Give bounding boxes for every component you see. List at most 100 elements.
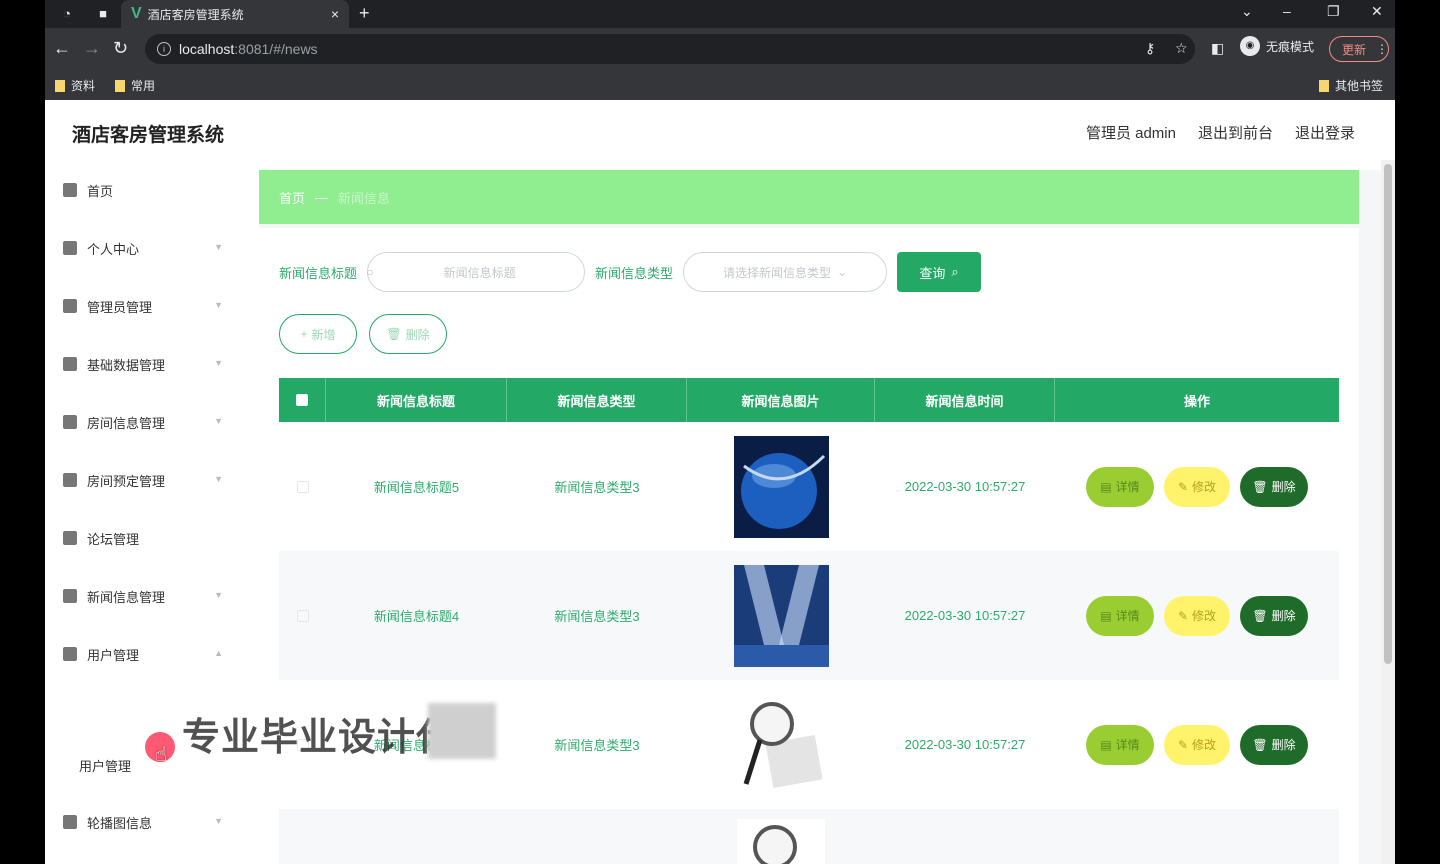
chevron-down-icon: ▼ — [214, 590, 223, 600]
row-checkbox[interactable] — [296, 609, 309, 622]
select-all-checkbox[interactable] — [296, 394, 308, 406]
chevron-down-icon: ⌄ — [837, 265, 848, 279]
news-image-cell — [687, 422, 875, 551]
bookmark-folder[interactable]: 常用 — [115, 77, 155, 94]
news-image-cell — [687, 551, 875, 680]
column-header: 新闻信息类型 — [507, 378, 687, 422]
sidebar-item-label: 管理员管理 — [87, 299, 153, 315]
minimize-icon[interactable]: – — [1283, 3, 1291, 19]
key-icon[interactable]: ⚷ — [1145, 40, 1155, 57]
sidebar-item-home[interactable]: 首页 — [63, 178, 223, 202]
front-link[interactable]: 退出到前台 — [1198, 122, 1273, 143]
detail-button[interactable]: ▤ 详情 — [1086, 466, 1154, 507]
sidebar-item-label: 房间预定管理 — [87, 473, 166, 489]
trash-icon: 🗑 — [1252, 737, 1268, 752]
sidebar-item-label: 论坛管理 — [87, 531, 140, 547]
sidepanel-icon[interactable]: ◧ — [1211, 40, 1224, 57]
delete-button[interactable]: 🗑 删除 — [1240, 595, 1308, 636]
sidebar-item-basedata[interactable]: 基础数据管理 ▼ — [63, 352, 223, 376]
close-tab-icon[interactable]: × — [331, 6, 339, 22]
edit-icon: ✎ — [1177, 608, 1189, 623]
breadcrumb-home[interactable]: 首页 — [279, 188, 305, 207]
new-tab-icon[interactable]: + — [359, 3, 370, 24]
search-bar: 新闻信息标题 ○ 新闻信息标题 新闻信息类型 请选择新闻信息类型 ⌄ 查询 ⌕ — [279, 252, 982, 292]
type-select[interactable]: 请选择新闻信息类型 ⌄ — [683, 252, 888, 292]
tab-search-icon[interactable]: ⌄ — [1241, 3, 1253, 20]
incognito-indicator[interactable]: ◉ 无痕模式 — [1240, 36, 1314, 56]
sidebar-item-carousel[interactable]: 轮播图信息 ▼ — [63, 810, 223, 834]
doc-icon: ▤ — [1100, 737, 1112, 752]
news-image — [733, 693, 829, 796]
edit-button[interactable]: ✎ 修改 — [1164, 466, 1230, 507]
admin-label: 管理员 admin — [1085, 125, 1176, 142]
sidebar-item-profile[interactable]: 个人中心 ▼ — [63, 236, 223, 260]
detail-label: 详情 — [1115, 480, 1140, 494]
tab-active[interactable]: V 酒店客房管理系统 × — [121, 0, 349, 28]
sidebar-item-label: 基础数据管理 — [87, 357, 166, 373]
list-icon — [63, 647, 77, 661]
back-icon[interactable]: ← — [53, 38, 71, 59]
bookmark-folder[interactable]: 资料 — [55, 77, 95, 94]
user-icon — [63, 241, 77, 255]
profile-icon[interactable]: ◔ — [59, 6, 75, 22]
news-image — [733, 435, 829, 538]
page-scrollbar[interactable] — [1381, 160, 1395, 864]
news-type: 新闻信息类型3 — [554, 609, 640, 624]
chevron-up-icon: ▲ — [214, 648, 223, 658]
column-header: 新闻信息时间 — [875, 378, 1055, 422]
reload-icon[interactable]: ↻ — [113, 38, 128, 59]
other-bookmarks[interactable]: 其他书签 — [1319, 77, 1383, 94]
address-bar[interactable]: i localhost :8081/#/news — [145, 34, 1195, 64]
send-icon — [63, 357, 77, 371]
sidebar-item-users[interactable]: 用户管理 ▲ — [63, 642, 223, 666]
sidebar-item-forum[interactable]: 论坛管理 — [63, 526, 223, 550]
forward-icon[interactable]: → — [83, 38, 101, 59]
sidebar-item-rooms[interactable]: 房间信息管理 ▼ — [63, 410, 223, 434]
folder-icon — [115, 79, 125, 92]
edit-button[interactable]: ✎ 修改 — [1164, 724, 1230, 765]
news-title: 新闻信息标题5 — [373, 480, 460, 495]
detail-label: 详情 — [1115, 609, 1140, 623]
detail-button[interactable]: ▤ 详情 — [1086, 724, 1154, 765]
trash-icon: 🗑 — [1252, 479, 1268, 494]
detail-label: 详情 — [1115, 738, 1140, 752]
news-type: 新闻信息类型3 — [554, 480, 640, 495]
sidebar-item-news[interactable]: 新闻信息管理 ▼ — [63, 584, 223, 608]
query-button[interactable]: 查询 ⌕ — [897, 252, 982, 292]
row-actions: ▤ 详情 ✎ 修改 🗑 删除 — [1055, 551, 1339, 680]
row-checkbox[interactable] — [296, 480, 309, 493]
sidebar-subitem-users[interactable]: 用户管理 — [79, 756, 131, 775]
trash-icon: 🗑 — [1252, 608, 1268, 623]
browser-toolbar: ← → ↻ i localhost :8081/#/news ⚷ ☆ ◧ ◉ 无… — [45, 28, 1395, 70]
table-row: 新闻信息标题4 新闻信息类型3 2022-03-30 10:57:27 ▤详情 — [279, 551, 1339, 680]
row-actions: ▤ 详情 ✎ 修改 🗑 删除 — [1055, 422, 1339, 551]
delete-button[interactable]: 🗑 删除 — [1240, 466, 1308, 507]
update-button[interactable]: 更新 ⋮ — [1329, 36, 1389, 62]
star-icon[interactable]: ☆ — [1175, 40, 1188, 57]
delete-button[interactable]: 🗑 删除 — [1240, 724, 1308, 765]
title-search-input[interactable]: ○ 新闻信息标题 — [366, 252, 586, 292]
row-select-cell — [279, 809, 326, 864]
site-info-icon[interactable]: i — [157, 42, 171, 56]
sidebar-item-label: 用户管理 — [87, 647, 140, 663]
news-time: 2022-03-30 10:57:27 — [904, 737, 1026, 752]
news-table: 新闻信息标题 新闻信息类型 新闻信息图片 新闻信息时间 操作 新闻信息标题5 新… — [279, 378, 1339, 864]
restore-icon[interactable]: ❐ — [1327, 3, 1340, 20]
logout-link[interactable]: 退出登录 — [1295, 122, 1355, 143]
news-image-cell — [687, 809, 875, 864]
detail-button[interactable]: ▤ 详情 — [1086, 595, 1154, 636]
sidebar-item-booking[interactable]: 房间预定管理 ▼ — [63, 468, 223, 492]
doc-icon: ▤ — [1100, 479, 1112, 494]
app-header: 酒店客房管理系统 管理员 admin 退出到前台 退出登录 — [45, 100, 1395, 164]
edit-icon: ✎ — [1177, 737, 1189, 752]
scrollbar-thumb[interactable] — [1384, 164, 1392, 664]
add-button[interactable]: + 新增 — [279, 314, 357, 354]
sidebar-item-admins[interactable]: 管理员管理 ▼ — [63, 294, 223, 318]
edit-button[interactable]: ✎ 修改 — [1164, 595, 1230, 636]
list-icon — [63, 299, 77, 313]
column-header: 操作 — [1183, 393, 1210, 409]
bulb-icon — [63, 589, 77, 603]
batch-delete-button[interactable]: 🗑 删除 — [369, 314, 447, 354]
close-window-icon[interactable]: ✕ — [1371, 3, 1383, 20]
window-icon[interactable]: ■ — [95, 6, 111, 22]
